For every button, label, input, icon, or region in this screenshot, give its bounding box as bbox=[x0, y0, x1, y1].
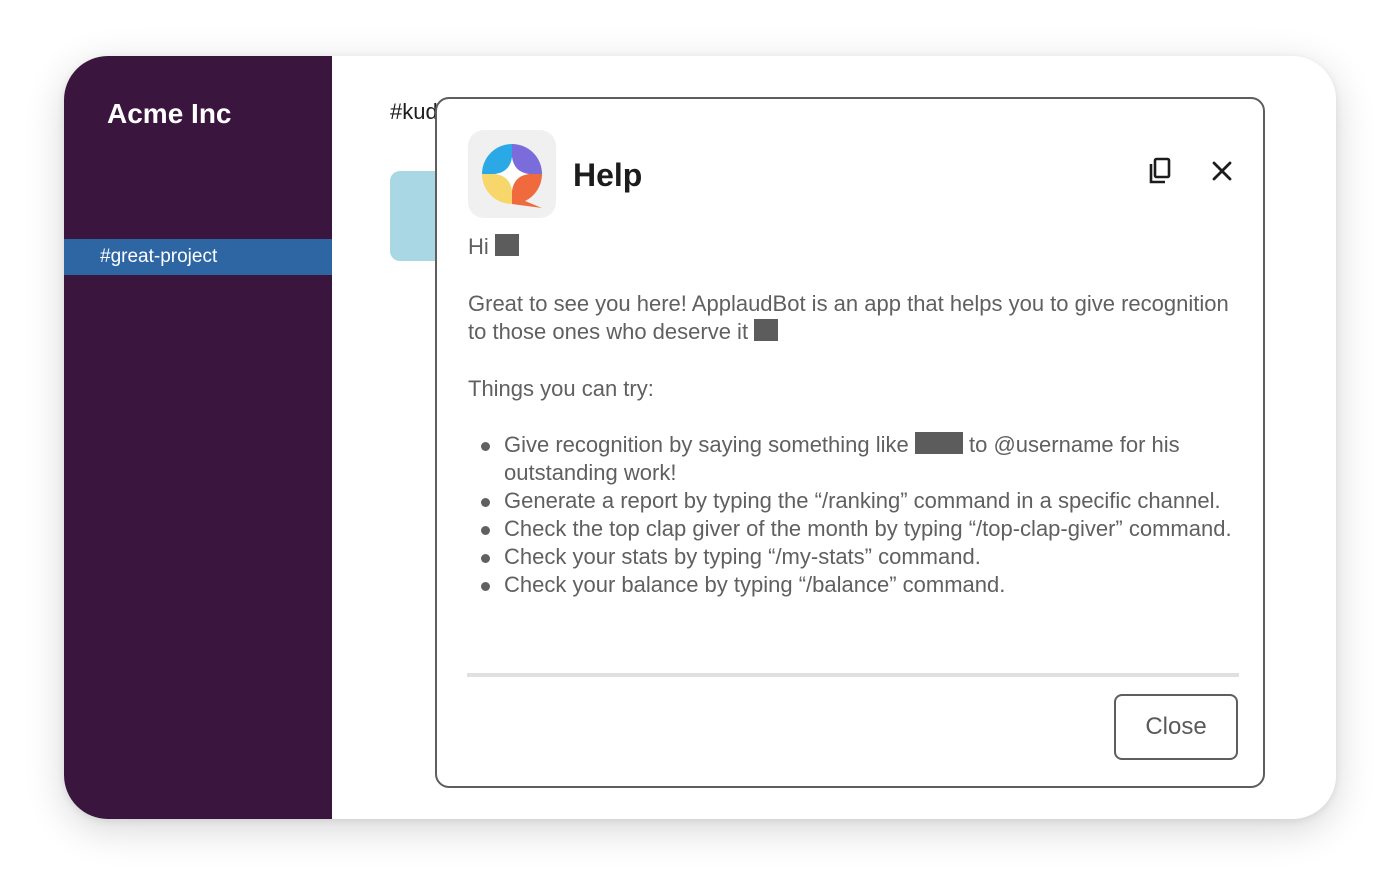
applaudbot-logo-icon bbox=[468, 130, 556, 218]
tip-text-before: Give recognition by saying something lik… bbox=[504, 432, 909, 457]
things-heading: Things you can try: bbox=[468, 376, 654, 401]
redacted-emoji bbox=[754, 319, 779, 341]
help-modal: Help Hi Great to see you here! ApplaudBo… bbox=[435, 97, 1265, 788]
sidebar: Acme Inc #great-project bbox=[64, 56, 332, 819]
copy-icon[interactable] bbox=[1143, 153, 1179, 189]
list-item: Check your stats by typing “/my-stats” c… bbox=[468, 543, 1248, 571]
desktop-background: Acme Inc #great-project #kud Help Hi Gre… bbox=[0, 0, 1400, 891]
intro-label: Great to see you here! ApplaudBot is an … bbox=[468, 291, 1229, 344]
close-button[interactable]: Close bbox=[1114, 694, 1238, 760]
workspace-name[interactable]: Acme Inc bbox=[107, 98, 232, 130]
redacted-emoji bbox=[494, 234, 519, 256]
greeting-text: Hi bbox=[468, 233, 1240, 261]
list-item: Check the top clap giver of the month by… bbox=[468, 515, 1248, 543]
greeting-label: Hi bbox=[468, 234, 489, 259]
redacted-emoji bbox=[914, 432, 963, 454]
close-icon[interactable] bbox=[1204, 153, 1240, 189]
sidebar-item-great-project[interactable]: #great-project bbox=[64, 239, 332, 275]
footer-divider bbox=[467, 673, 1239, 677]
list-item: Check your balance by typing “/balance” … bbox=[468, 571, 1248, 599]
channel-title[interactable]: #kud bbox=[390, 99, 438, 125]
list-item: Generate a report by typing the “/rankin… bbox=[468, 487, 1248, 515]
modal-title: Help bbox=[573, 157, 643, 193]
intro-text: Great to see you here! ApplaudBot is an … bbox=[468, 290, 1238, 346]
tips-list: Give recognition by saying something lik… bbox=[468, 431, 1248, 599]
sidebar-item-label: #great-project bbox=[100, 246, 218, 267]
list-item: Give recognition by saying something lik… bbox=[468, 431, 1248, 487]
